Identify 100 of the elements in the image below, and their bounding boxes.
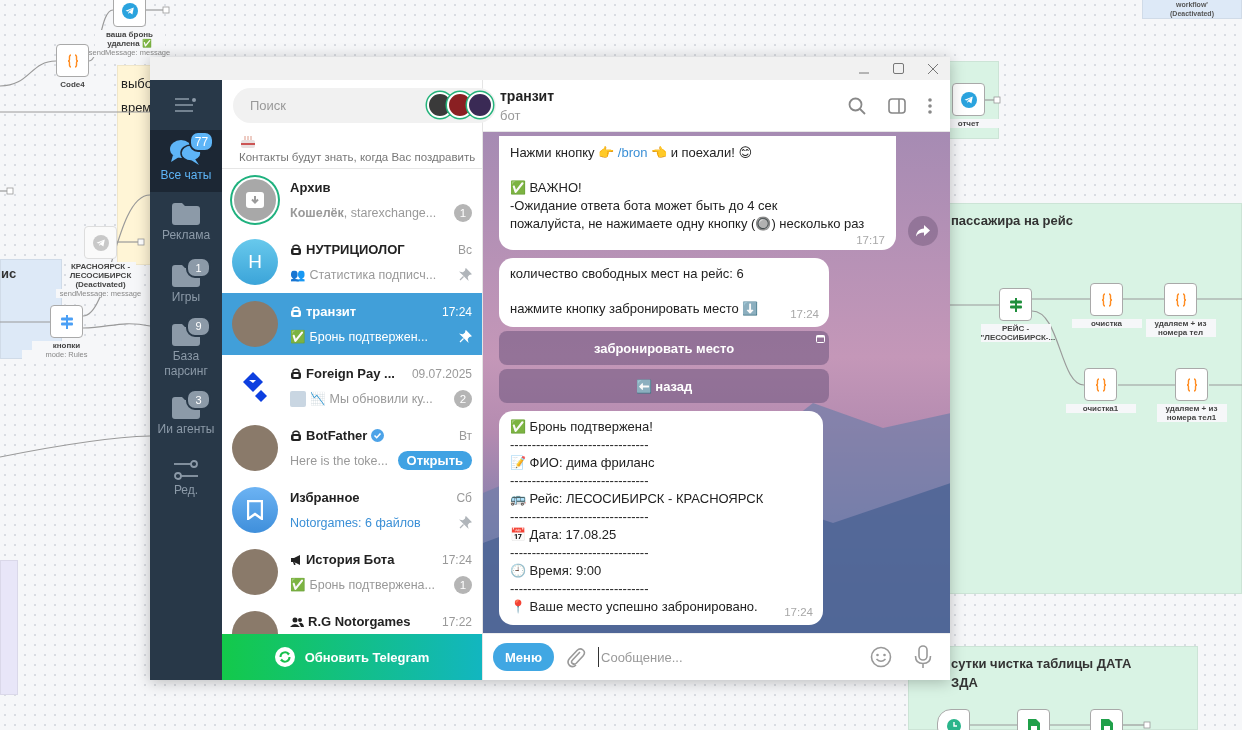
telegram-icon	[960, 91, 977, 108]
folder-label: Ред.	[173, 483, 199, 498]
chat-time: 09.07.2025	[411, 366, 472, 381]
letter-avatar: Н	[232, 239, 278, 285]
forward-button[interactable]	[908, 216, 938, 246]
chat-title: транзит	[500, 88, 556, 104]
note-text: ис	[1, 265, 18, 283]
folder-tab[interactable]: Реклама	[150, 192, 222, 254]
close-icon[interactable]	[928, 63, 938, 74]
connection-line	[984, 99, 995, 101]
inline-keyboard-button[interactable]: ⬅ назад	[499, 369, 829, 403]
add-handle-icon[interactable]	[993, 96, 1001, 104]
message-text: Нажми кнопку 👉 /bron 👈 и поехали! 😊	[510, 144, 753, 162]
chat-list-item[interactable]: BotFather Вт Here is the toke... Открыть	[222, 417, 482, 479]
menu-button[interactable]: Меню	[493, 643, 554, 671]
inline-keyboard-button[interactable]: забронировать место	[499, 331, 829, 365]
connection-line	[0, 190, 8, 192]
add-handle-icon[interactable]	[6, 187, 14, 195]
unread-count-badge: 1	[454, 575, 472, 594]
bot-icon	[290, 429, 302, 442]
signpost-icon	[58, 313, 75, 330]
message-preview: Notorgames: 6 файлов	[290, 515, 421, 530]
chat-name: История Бота	[306, 552, 395, 567]
workflow-node[interactable]	[1175, 368, 1208, 401]
workflow-node[interactable]	[1084, 368, 1117, 401]
folder-label: Игры	[171, 290, 201, 305]
connection-line	[0, 60, 57, 87]
connection-line	[145, 9, 164, 11]
chat-time: 17:24	[441, 552, 472, 567]
megaphone-icon	[290, 553, 302, 566]
connection-line	[1122, 724, 1145, 726]
message-preview: ✅ Бронь подтвержена...	[290, 577, 435, 592]
chat-list-item[interactable]: Избранное Сб Notorgames: 6 файлов	[222, 479, 482, 541]
message-text: ✅ ВАЖНО!	[510, 179, 583, 197]
maximize-icon[interactable]	[893, 63, 904, 74]
node-label: удаляем + из номера тел	[1145, 319, 1216, 337]
message-text: --------------------------------	[510, 436, 650, 454]
message-time: 17:24	[784, 605, 813, 620]
sidebar-toggle-icon[interactable]	[888, 97, 906, 114]
open-button[interactable]: Открыть	[397, 451, 472, 470]
workflow-node[interactable]	[999, 288, 1032, 321]
message-text: -Ожидание ответа бота может быть до 4 сек	[510, 197, 779, 215]
note-text: сутки чистка таблицы ДАТА	[951, 655, 1133, 673]
message-text: 📝 ФИО: дима фриланс	[510, 454, 656, 472]
message-text: --------------------------------	[510, 472, 650, 490]
workflow-node[interactable]	[1164, 283, 1197, 316]
chat-time: 17:22	[441, 614, 472, 629]
folder-tab[interactable]: 77 Все чаты	[150, 130, 222, 192]
node-label: очистка	[1071, 319, 1142, 328]
message-text: количество свободных мест на рейс: 6	[510, 265, 745, 283]
emoji-icon[interactable]	[870, 646, 892, 668]
workflow-node[interactable]	[1090, 283, 1123, 316]
banner-text: Контакты будут знать, когда Вас поздравить	[239, 151, 477, 163]
message-text: нажмите кнопку забронировать место ⬇	[510, 300, 760, 318]
birthday-banner[interactable]: Контакты будут знать, когда Вас поздравить	[222, 130, 482, 169]
connection-line	[1196, 298, 1242, 300]
chat-list-item[interactable]: История Бота 17:24 ✅ Бронь подтвержена... 1	[222, 541, 482, 603]
workflow-node[interactable]	[113, 0, 146, 27]
share-arrow-icon	[916, 225, 930, 237]
chat-status: бот	[500, 108, 522, 123]
connection-line	[969, 724, 1018, 726]
avatar-photo	[232, 301, 278, 347]
folder-tab[interactable]: 1 Игры	[150, 254, 222, 316]
folder-tab[interactable]: 9 База парсинг	[150, 316, 222, 386]
connection-line	[1049, 724, 1091, 726]
folder-label: База парсинг	[163, 348, 209, 379]
connection-line	[82, 323, 151, 329]
story-avatar[interactable]	[467, 91, 493, 118]
chat-list-item[interactable]: транзит 17:24 ✅ Бронь подтвержен...	[222, 293, 482, 355]
folder-tab[interactable]: Ред.	[150, 448, 222, 510]
workflow-node[interactable]	[50, 305, 83, 338]
search-icon[interactable]	[848, 96, 866, 115]
add-handle-icon[interactable]	[1143, 721, 1151, 729]
update-telegram-button[interactable]: Обновить Telegram	[222, 634, 482, 680]
spreadsheet-icon	[1100, 717, 1113, 730]
chat-list-item[interactable]: Архив Кошелёк, starexchange... 1	[222, 169, 482, 231]
unread-count-badge: 3	[186, 389, 211, 410]
command-link[interactable]: /bron	[617, 145, 648, 160]
spreadsheet-icon	[1027, 717, 1040, 730]
archive-avatar	[232, 177, 278, 223]
folder-tab[interactable]: 3 Ии агенты	[150, 386, 222, 448]
chat-time: Сб	[456, 490, 472, 505]
folder-icon	[172, 203, 200, 225]
chat-list-item[interactable]: Н НУТРИЦИОЛОГ Вс 👥 Статистика подписч...	[222, 231, 482, 293]
unread-count-badge: 2	[454, 389, 472, 408]
workflow-node[interactable]	[56, 44, 89, 77]
chat-list-item[interactable]: Foreign Pay ... 09.07.2025 📉 Мы обновили ку... 2	[222, 355, 482, 417]
unread-count-badge: 9	[186, 315, 211, 337]
chat-name: НУТРИЦИОЛОГ	[306, 242, 405, 257]
workflow-node[interactable]	[952, 83, 985, 116]
paperclip-icon[interactable]	[566, 646, 586, 668]
more-options-icon[interactable]	[928, 97, 932, 114]
connection-line	[0, 321, 51, 323]
message-text: пожалуйста, не нажимаете одну кнопку (🔘) несколько раз	[510, 215, 866, 233]
add-handle-icon[interactable]	[137, 238, 145, 246]
connection-line	[1117, 384, 1176, 386]
add-handle-icon[interactable]	[162, 6, 170, 14]
message-preview: 📉 Мы обновили ку...	[310, 391, 433, 406]
microphone-icon[interactable]	[914, 645, 932, 669]
menu-icon[interactable]	[175, 98, 197, 112]
